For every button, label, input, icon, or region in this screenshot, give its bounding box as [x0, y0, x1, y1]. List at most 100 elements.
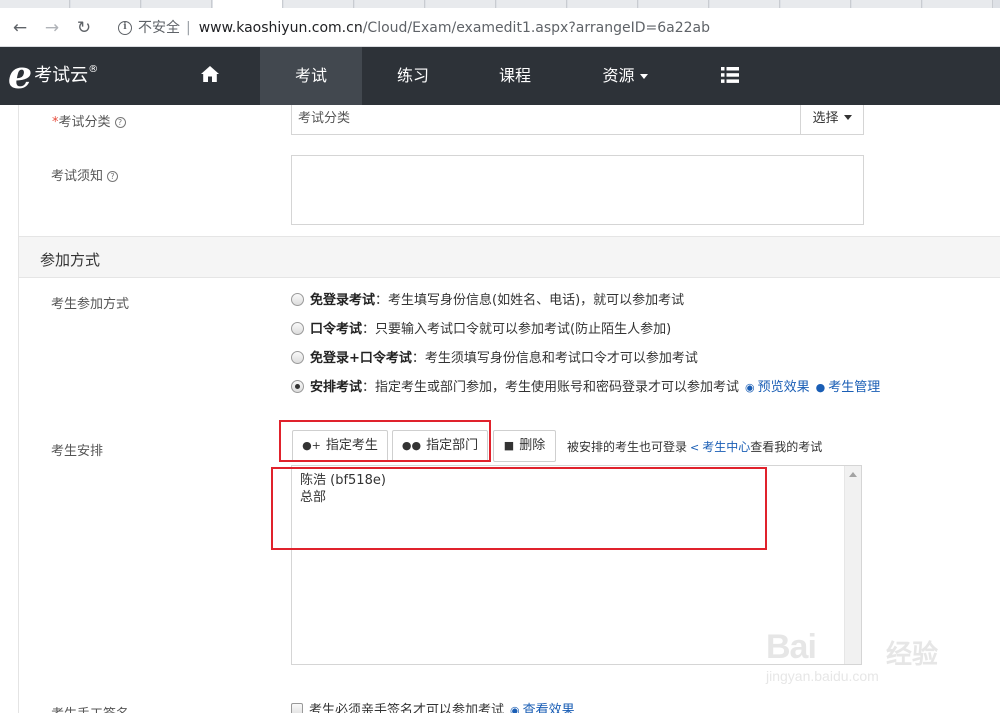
- student-center-link[interactable]: 考生中心: [702, 440, 750, 454]
- join-option-arranged[interactable]: 安排考试：指定考生或部门参加，考生使用账号和密码登录才可以参加考试 ◉ 预览效果 ● 考…: [291, 376, 880, 396]
- hint-prefix: 被安排的考生也可登录: [567, 440, 688, 454]
- radio-button[interactable]: [291, 322, 304, 335]
- trash-icon: ■: [503, 439, 515, 452]
- nav-practice[interactable]: 练习: [362, 47, 464, 105]
- join-option-no-login-password[interactable]: 免登录+口令考试：考生须填写身份信息和考试口令才可以参加考试: [291, 347, 698, 367]
- view-effect-link[interactable]: 查看效果: [523, 703, 575, 713]
- insecure-label: 不安全: [138, 20, 180, 36]
- url-separator: |: [186, 20, 191, 36]
- option-desc: ：考生须填写身份信息和考试口令才可以参加考试: [411, 351, 698, 366]
- option-title: 免登录+口令考试: [310, 351, 412, 366]
- category-select-button[interactable]: 选择: [800, 105, 864, 135]
- category-input-value: 考试分类: [298, 111, 351, 126]
- browser-tab[interactable]: [568, 0, 638, 8]
- url-host: www.kaoshiyun.com.cn: [198, 20, 363, 36]
- home-icon[interactable]: [200, 64, 220, 84]
- browser-tab[interactable]: [284, 0, 354, 8]
- signature-option[interactable]: 考生必须亲手签名才可以参加考试 ◉ 查看效果: [291, 699, 575, 713]
- join-mode-label: 考生参加方式: [51, 297, 130, 312]
- signature-checkbox-label: 考生必须亲手签名才可以参加考试: [309, 703, 505, 713]
- exam-edit-form: *考试分类? 考试分类 选择 考试须知? 参加方式 考生参加方式 免登录考试：考…: [18, 105, 1000, 713]
- chevron-down-icon: [639, 74, 648, 79]
- hint-suffix: 查看我的考试: [750, 440, 823, 454]
- join-option-password[interactable]: 口令考试：只要输入考试口令就可以参加考试(防止陌生人参加): [291, 318, 671, 338]
- nav-practice-label: 练习: [396, 66, 429, 85]
- user-icon: ●: [815, 381, 826, 394]
- preview-link[interactable]: 预览效果: [758, 380, 810, 395]
- section-title: 参加方式: [40, 251, 101, 269]
- delete-label: 删除: [519, 438, 546, 453]
- url-path: /Cloud/Exam/examedit1.aspx?arrangeID=6a2…: [362, 20, 710, 36]
- page: ← → ↻ i 不安全 | www.kaoshiyun.com.cn/Cloud/Ex…: [0, 0, 1000, 713]
- notice-label: 考试须知?: [51, 165, 119, 184]
- list-icon[interactable]: [721, 67, 739, 83]
- browser-tab[interactable]: [71, 0, 141, 8]
- watermark-cn: 经验: [886, 640, 939, 670]
- option-desc: ：只要输入考试口令就可以参加考试(防止陌生人参加): [362, 322, 672, 337]
- browser-tab[interactable]: [0, 0, 70, 8]
- category-label-text: 考试分类: [58, 115, 111, 130]
- logo[interactable]: e 考试云®: [8, 52, 98, 97]
- browser-tab[interactable]: [142, 0, 212, 8]
- browser-tab[interactable]: [497, 0, 567, 8]
- browser-tab[interactable]: [710, 0, 780, 8]
- browser-tab-strip: [0, 0, 1000, 8]
- browser-tab[interactable]: [355, 0, 425, 8]
- scroll-up-arrow-icon[interactable]: [849, 472, 857, 477]
- notice-textarea[interactable]: [291, 155, 864, 225]
- radio-button[interactable]: [291, 351, 304, 364]
- chevron-down-icon: [843, 115, 852, 120]
- forward-arrow-icon[interactable]: →: [40, 16, 64, 40]
- browser-tab[interactable]: [781, 0, 851, 8]
- help-icon[interactable]: ?: [114, 117, 126, 128]
- option-title: 免登录考试: [310, 293, 376, 308]
- browser-tab[interactable]: [923, 0, 993, 8]
- logo-name: 考试云: [34, 65, 89, 86]
- delete-button[interactable]: ■ 删除: [493, 430, 556, 462]
- option-desc: ：指定考生或部门参加，考生使用账号和密码登录才可以参加考试: [362, 380, 740, 395]
- info-icon[interactable]: i: [118, 21, 132, 35]
- logo-text: 考试云®: [34, 59, 98, 93]
- category-input[interactable]: 考试分类: [291, 105, 801, 135]
- section-header: 参加方式: [19, 236, 1000, 278]
- signature-label: 考生手工签名: [51, 703, 129, 713]
- radio-button[interactable]: [291, 293, 304, 306]
- option-desc: ：考生填写身份信息(如姓名、电话)，就可以参加考试: [375, 293, 685, 308]
- watermark-url: jingyan.baidu.com: [766, 668, 879, 684]
- option-title: 安排考试: [310, 380, 363, 395]
- nav-resources[interactable]: 资源: [580, 47, 670, 105]
- help-icon[interactable]: ?: [107, 171, 119, 182]
- category-select-label: 选择: [812, 111, 839, 126]
- nav-resources-label: 资源: [602, 66, 635, 85]
- nav-course[interactable]: 课程: [464, 47, 566, 105]
- browser-address-bar: ← → ↻ i 不安全 | www.kaoshiyun.com.cn/Cloud/Ex…: [0, 8, 1000, 47]
- arrange-label: 考生安排: [51, 444, 104, 459]
- browser-tab[interactable]: [852, 0, 922, 8]
- radio-button-checked[interactable]: [291, 380, 304, 393]
- notice-label-text: 考试须知: [51, 169, 104, 184]
- browser-tab-active[interactable]: [213, 0, 283, 8]
- url-field[interactable]: i 不安全 | www.kaoshiyun.com.cn/Cloud/Exam/exa…: [108, 14, 988, 42]
- category-label: *考试分类?: [52, 111, 126, 130]
- manage-students-link[interactable]: 考生管理: [828, 380, 880, 395]
- eye-icon: ◉: [745, 381, 755, 394]
- eye-icon: ◉: [510, 704, 520, 713]
- arrange-hint: 被安排的考生也可登录 < 考生中心查看我的考试: [567, 438, 822, 455]
- browser-tab[interactable]: [426, 0, 496, 8]
- top-navigation: e 考试云® 考试 练习 课程 资源: [0, 47, 1000, 105]
- logo-e-mark: e: [8, 52, 33, 97]
- nav-exam[interactable]: 考试: [260, 47, 362, 105]
- share-icon: <: [690, 441, 700, 454]
- logo-registered-mark: ®: [88, 64, 99, 75]
- back-arrow-icon[interactable]: ←: [8, 16, 32, 40]
- join-option-no-login[interactable]: 免登录考试：考生填写身份信息(如姓名、电话)，就可以参加考试: [291, 289, 684, 309]
- watermark-brand: Bai: [766, 628, 817, 666]
- signature-checkbox[interactable]: [291, 703, 303, 713]
- reload-icon[interactable]: ↻: [72, 16, 96, 40]
- option-title: 口令考试: [310, 322, 363, 337]
- nav-exam-label: 考试: [294, 66, 327, 85]
- highlight-box-list: [271, 467, 767, 550]
- watermark: Bai 经验 jingyan.baidu.com: [766, 628, 966, 698]
- browser-tab[interactable]: [639, 0, 709, 8]
- highlight-box-buttons: [279, 420, 491, 462]
